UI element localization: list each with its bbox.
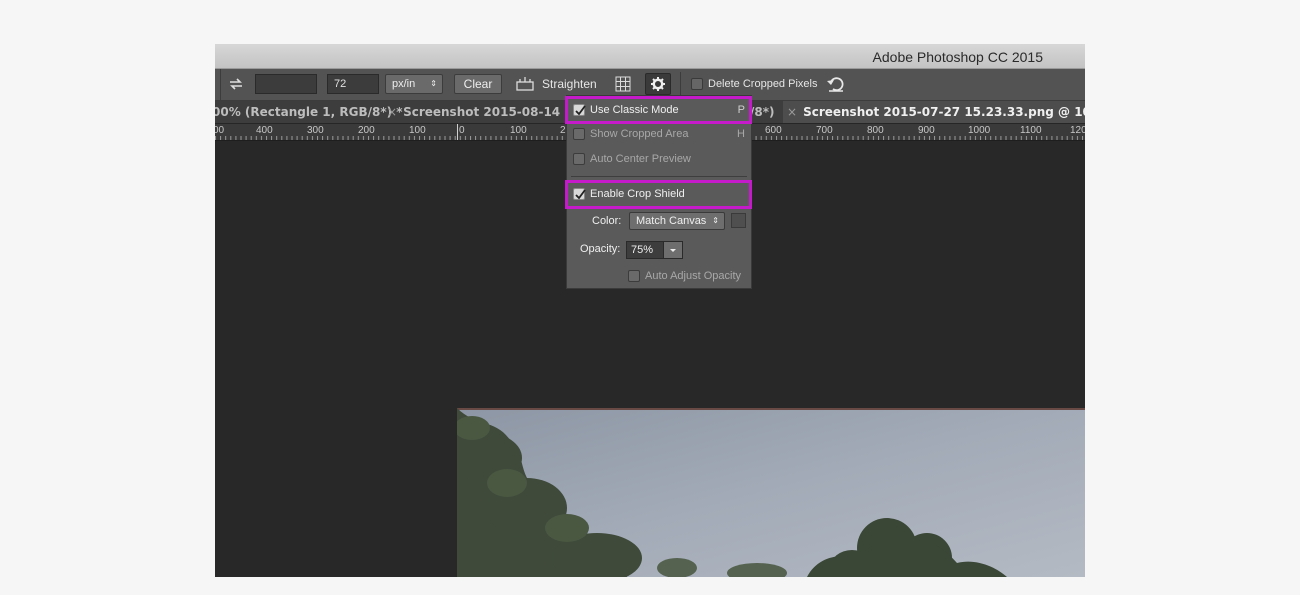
resolution-field[interactable]: 72 (327, 74, 379, 94)
ruler-label: 200 (358, 125, 375, 136)
clear-button[interactable]: Clear (454, 74, 502, 94)
unit-select-value: px/in (392, 78, 416, 90)
ruler-label: 100 (409, 125, 426, 136)
show-cropped-area-label: Show Cropped Area (590, 128, 689, 140)
highlight-enable-crop-shield (565, 180, 752, 209)
overlay-grid-icon[interactable] (613, 74, 633, 94)
ruler-label: 800 (867, 125, 884, 136)
updown-icon: ⇕ (712, 216, 719, 225)
tab-label: Screenshot 2015-08-14 07. (403, 105, 586, 119)
updown-icon: ⇕ (430, 79, 437, 88)
options-bar-edge (215, 69, 221, 100)
show-cropped-area-checkbox[interactable] (573, 128, 585, 140)
opacity-dropdown-button[interactable] (663, 242, 682, 258)
tab-partial[interactable]: /8*) (750, 101, 775, 123)
opacity-label: Opacity: (580, 243, 621, 255)
photo-image (457, 408, 1085, 577)
panel-divider (571, 176, 747, 177)
app-title: Adobe Photoshop CC 2015 (872, 49, 1043, 65)
tab-screenshot-0814[interactable]: × Screenshot 2015-08-14 07. (387, 101, 586, 123)
tab-label: 00% (Rectangle 1, RGB/8*) * (215, 105, 403, 119)
highlight-use-classic-mode (565, 96, 752, 124)
ruler-label: 100 (510, 125, 527, 136)
auto-center-preview-row[interactable]: Auto Center Preview (567, 149, 751, 171)
ruler-label: 900 (918, 125, 935, 136)
color-label: Color: (592, 215, 622, 227)
height-field[interactable] (255, 74, 317, 94)
ruler-label: 400 (256, 125, 273, 136)
ruler-label: 1000 (968, 125, 991, 136)
straighten-icon[interactable] (515, 74, 535, 94)
tab-screenshot-0727[interactable]: × Screenshot 2015-07-27 15.23.33.png @ 10… (783, 101, 1085, 123)
ruler-label: 700 (816, 125, 833, 136)
color-swatch[interactable] (731, 213, 746, 228)
opacity-field[interactable]: 75% (626, 241, 683, 259)
unit-select[interactable]: px/in ⇕ (385, 74, 443, 94)
swap-icon[interactable] (227, 74, 245, 94)
ruler-label: 2 (560, 125, 566, 136)
close-icon[interactable]: × (387, 105, 397, 119)
color-select[interactable]: Match Canvas ⇕ (629, 212, 725, 230)
tab-label: /8*) (750, 105, 775, 119)
document-photo[interactable] (457, 408, 1085, 577)
tab-rectangle[interactable]: 00% (Rectangle 1, RGB/8*) * (215, 101, 403, 123)
auto-adjust-opacity-checkbox[interactable] (628, 270, 640, 282)
show-cropped-area-shortcut: H (737, 128, 745, 140)
reset-icon[interactable] (825, 74, 847, 94)
ruler-label: 1100 (1020, 125, 1042, 136)
straighten-label[interactable]: Straighten (542, 74, 602, 94)
auto-center-preview-label: Auto Center Preview (590, 153, 691, 165)
show-cropped-area-row[interactable]: Show Cropped Area H (567, 124, 751, 146)
close-icon[interactable]: × (787, 105, 797, 119)
title-bar: Adobe Photoshop CC 2015 (215, 44, 1085, 69)
color-select-value: Match Canvas (636, 215, 707, 227)
delete-cropped-checkbox[interactable] (691, 78, 703, 90)
ruler-label: 0 (459, 125, 465, 136)
ruler-label: 00 (215, 125, 225, 136)
ruler-label: 300 (307, 125, 324, 136)
options-divider (680, 72, 681, 97)
auto-adjust-opacity-label: Auto Adjust Opacity (645, 270, 741, 282)
auto-center-preview-checkbox[interactable] (573, 153, 585, 165)
ruler-label: 600 (765, 125, 782, 136)
ruler-label: 120 (1070, 125, 1085, 136)
settings-gear-button[interactable] (645, 73, 671, 95)
chevron-down-icon (670, 249, 676, 252)
opacity-value: 75% (631, 244, 654, 256)
gear-icon (651, 77, 665, 91)
tab-label: Screenshot 2015-07-27 15.23.33.png @ 100… (803, 105, 1085, 119)
ruler-origin-marker (457, 124, 458, 140)
delete-cropped-label: Delete Cropped Pixels (708, 78, 818, 90)
